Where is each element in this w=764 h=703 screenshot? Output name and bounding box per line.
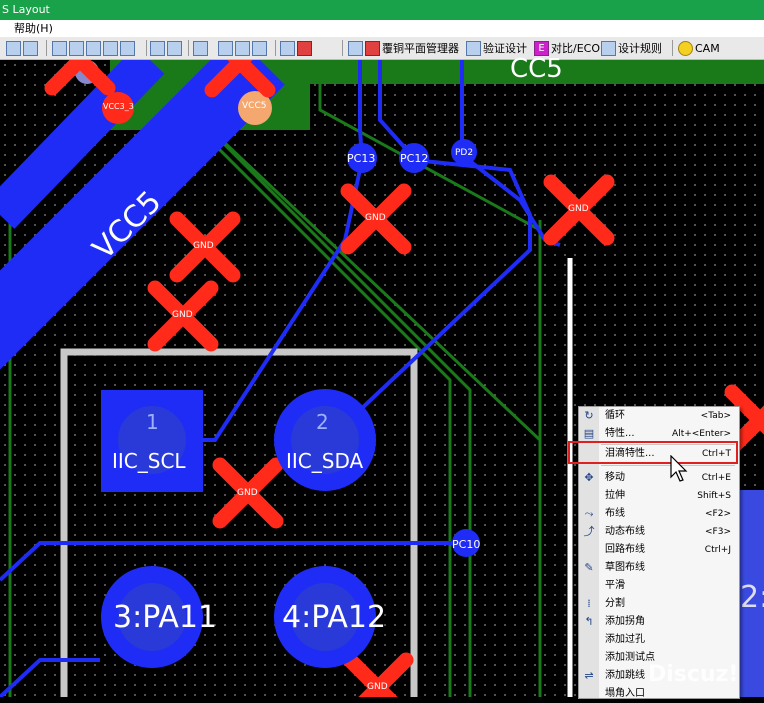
verify-icon [466,40,481,56]
corner-icon: ↰ [584,615,594,628]
design-rules-label: 设计规则 [618,42,662,55]
copper-plane-manager-label: 覆铜平面管理器 [382,42,459,55]
pad-3-label: 3:PA11 [113,600,218,635]
menu-item-split[interactable]: ⁞ 分割 [579,595,739,613]
window-title: S Layout [2,3,50,16]
toolbar-divider [146,40,147,56]
gnd-label: GND [365,213,386,223]
design-rules-button[interactable]: 设计规则 [601,39,662,57]
wand-icon[interactable] [103,40,118,56]
properties-icon: ▤ [583,427,595,440]
toolbar-divider [275,40,276,56]
toolbar-icon-group [6,39,38,57]
via-label-pd2: PD2 [455,148,474,158]
snap-icon[interactable] [120,40,135,56]
route-icon[interactable] [52,40,67,56]
menu-bar: 帮助(H) [0,20,764,37]
layer2-icon[interactable] [235,40,250,56]
menu-item-miter-entry[interactable]: 塌角入口 [579,685,739,703]
report-icon[interactable] [280,40,295,56]
route-icon: ⤳ [584,507,594,520]
menu-item-move[interactable]: ✥ 移动 Ctrl+E [579,469,739,487]
net-label-vcc5-pad: VCC5 [242,101,267,111]
menu-item-sketch-route[interactable]: ✎ 草图布线 [579,559,739,577]
menu-item-route[interactable]: ⤳ 布线 <F2> [579,505,739,523]
copper-plane-manager-button[interactable]: 覆铜平面管理器 [348,39,459,57]
via-label-pc10: PC10 [452,538,481,551]
dynamic-route-icon: ⤴ [583,525,595,538]
partial-label: 2:0 [740,580,764,615]
toolbar-divider [188,40,189,56]
board-icon[interactable] [86,40,101,56]
flag-icon[interactable] [297,40,312,56]
signal-trace [0,658,100,697]
zoom-icon[interactable] [193,40,208,56]
signal-trace [0,541,460,582]
signal-trace [358,158,532,412]
home-icon [365,40,380,56]
menu-item-dynamic-route[interactable]: ⤴ 动态布线 <F3> [579,523,739,541]
pad-1-name: IIC_SCL [112,449,186,473]
grid-icon[interactable] [69,40,84,56]
gnd-label: GND [237,488,258,498]
redo-icon[interactable] [167,40,182,56]
toolbar: 覆铜平面管理器 验证设计 E 对比/ECO 设计规则 CAM [0,37,764,60]
via-label-pc12: PC12 [400,152,429,165]
cam-label: CAM [695,41,720,55]
mouse-cursor-icon [670,455,688,482]
toolbar-divider [46,40,47,56]
watermark: Discuz! [648,662,739,687]
rules-icon [601,40,616,56]
cycle-icon: ↻ [584,409,594,422]
toolbar-icon-group [218,39,267,57]
pad-4-label: 4:PA12 [282,600,387,635]
highlight-box [568,441,738,464]
pad-2-name: IIC_SDA [286,449,364,473]
menu-item-smooth[interactable]: 平滑 [579,577,739,595]
menu-item-stretch[interactable]: 拉伸 Shift+S [579,487,739,505]
gnd-label: GND [193,241,214,251]
sketch-icon: ✎ [584,561,594,574]
net-label-vcc3: VCC3_3 [103,102,134,111]
brush-icon[interactable] [252,40,267,56]
partial-label: CC5 [510,54,563,84]
pad-2-number: 2 [316,410,329,434]
menu-help[interactable]: 帮助(H) [14,20,53,37]
toolbar-icon-group [193,39,208,57]
pad-1-number: 1 [146,410,159,434]
smiley-icon [678,40,693,56]
gnd-label: GND [367,682,388,692]
split-icon: ⁞ [587,597,591,610]
layer-icon[interactable] [218,40,233,56]
toolbar-divider [672,40,673,56]
undo-icon[interactable] [150,40,165,56]
menu-separator [601,465,735,466]
menu-item-loop-route[interactable]: 回路布线 Ctrl+J [579,541,739,559]
toolbar-divider [342,40,343,56]
via-label-pc13: PC13 [347,152,376,165]
menu-item-cycle[interactable]: ↻ 循环 <Tab> [579,407,739,425]
pour-icon [348,40,363,56]
jumper-icon: ⇌ [584,669,594,682]
toolbar-icon-group [150,39,182,57]
gnd-label: GND [172,310,193,320]
gnd-label: GND [568,204,589,214]
save-icon[interactable] [6,40,21,56]
menu-item-add-corner[interactable]: ↰ 添加拐角 [579,613,739,631]
print-icon[interactable] [23,40,38,56]
cam-button[interactable]: CAM [678,39,720,57]
menu-item-add-via[interactable]: 添加过孔 [579,631,739,649]
move-icon: ✥ [584,471,594,484]
toolbar-icon-group [52,39,135,57]
title-bar: S Layout [0,0,764,20]
toolbar-icon-group [280,39,312,57]
